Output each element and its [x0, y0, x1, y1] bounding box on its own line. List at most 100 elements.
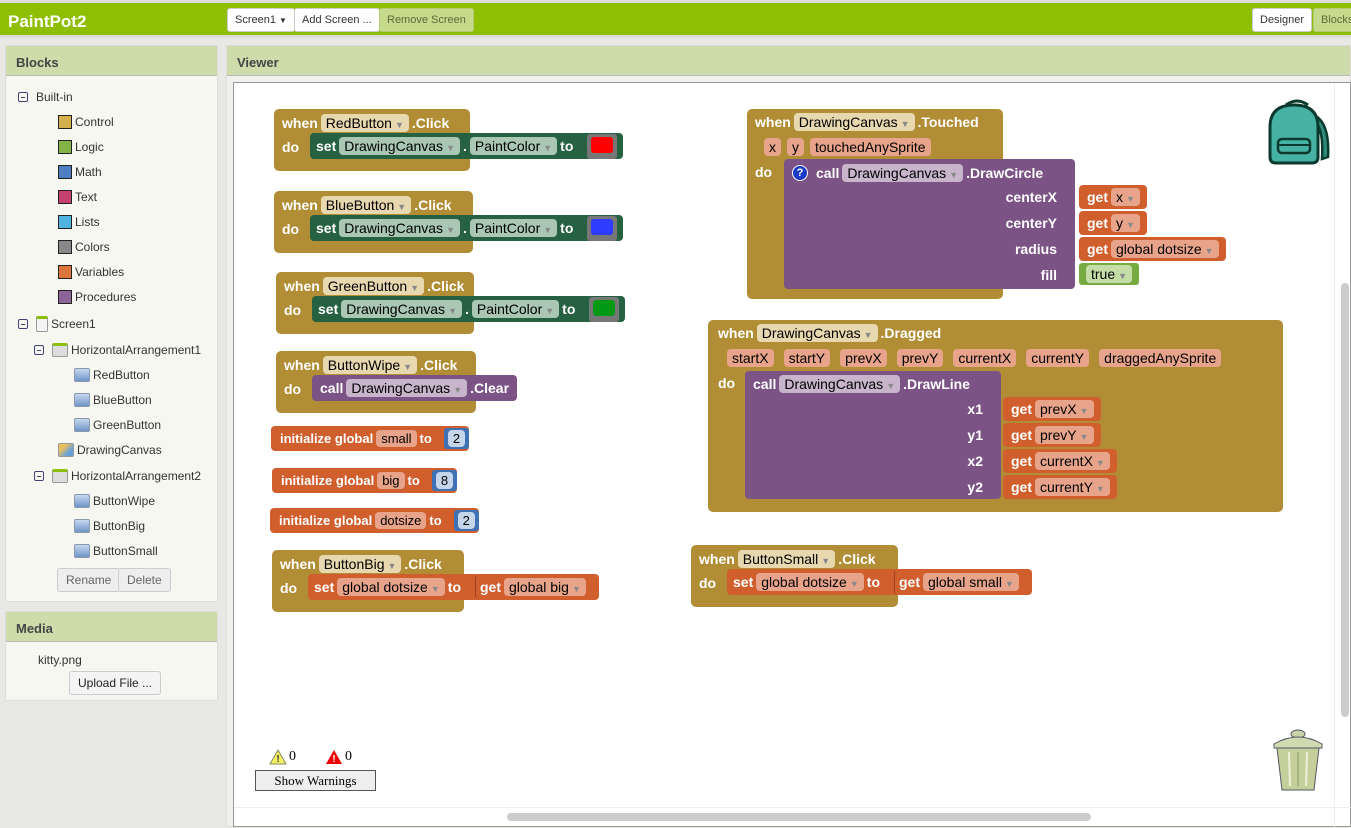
get-variable-block[interactable]: get y ▼ — [1079, 211, 1147, 235]
boolean-block[interactable]: true ▼ — [1079, 263, 1140, 285]
get-variable-block[interactable]: get prevY ▼ — [1003, 423, 1101, 447]
event-block-red[interactable]: when RedButton ▼ .Click do set DrawingCanvas ▼.… — [274, 109, 624, 171]
event-block-small[interactable]: when ButtonSmall ▼ .Click do set global dotsiz… — [691, 545, 1032, 607]
set-property-block[interactable]: set DrawingCanvas ▼. PaintColor ▼ to — [310, 215, 624, 241]
chevron-down-icon: ▼ — [397, 202, 407, 212]
variable-dropdown[interactable]: global small ▼ — [923, 573, 1019, 591]
variable-dropdown[interactable]: global dotsize ▼ — [756, 573, 864, 591]
number-value[interactable]: 2 — [447, 430, 466, 447]
get-variable-block[interactable]: get global big ▼ — [475, 575, 593, 599]
component-dropdown[interactable]: DrawingCanvas ▼ — [793, 113, 915, 131]
global-init-block[interactable]: initialize global big to 8 — [272, 468, 458, 493]
component-dropdown[interactable]: DrawingCanvas ▼ — [341, 300, 462, 318]
call-drawcircle-block[interactable]: ? call DrawingCanvas ▼ .DrawCircle centerX get… — [784, 159, 1226, 289]
backpack-icon[interactable] — [1264, 95, 1334, 167]
event-parameter[interactable]: currentX — [953, 349, 1017, 367]
show-warnings-button[interactable]: Show Warnings — [255, 770, 376, 791]
set-variable-block[interactable]: set global dotsize ▼ to get global small ▼ — [727, 569, 1032, 595]
variable-dropdown[interactable]: currentY ▼ — [1035, 478, 1110, 496]
event-parameter[interactable]: x — [764, 138, 781, 156]
trash-icon[interactable] — [1269, 728, 1327, 794]
event-parameter[interactable]: touchedAnySprite — [810, 138, 931, 156]
dropdown-label: global dotsize — [761, 574, 847, 590]
horizontal-scrollbar[interactable] — [507, 813, 1091, 821]
get-variable-block[interactable]: get x ▼ — [1079, 185, 1147, 209]
component-dropdown[interactable]: DrawingCanvas ▼ — [756, 324, 878, 342]
variable-dropdown[interactable]: global big ▼ — [504, 578, 586, 596]
get-variable-block[interactable]: get prevX ▼ — [1003, 397, 1101, 421]
variable-name-field[interactable]: small — [376, 430, 417, 447]
event-block-wipe[interactable]: when ButtonWipe ▼ .Click do call DrawingCanvas… — [276, 351, 518, 413]
dropdown-label: DrawingCanvas — [351, 380, 451, 396]
dropdown-label: currentY — [1040, 479, 1093, 495]
component-dropdown[interactable]: DrawingCanvas ▼ — [339, 219, 460, 237]
color-block[interactable] — [587, 215, 618, 241]
component-dropdown[interactable]: RedButton ▼ — [320, 114, 409, 132]
dropdown-label: global big — [509, 579, 569, 595]
help-icon[interactable]: ? — [792, 165, 808, 181]
svg-text:!: ! — [332, 754, 335, 765]
component-dropdown[interactable]: BlueButton ▼ — [320, 196, 412, 214]
event-block-big[interactable]: when ButtonBig ▼ .Click do set global dotsize ▼… — [272, 550, 599, 612]
variable-name-field[interactable]: dotsize — [375, 512, 427, 529]
event-parameter[interactable]: prevY — [896, 349, 944, 367]
variable-name-field[interactable]: big — [377, 472, 405, 489]
dropdown-label: global dotsize — [342, 579, 428, 595]
call-drawline-block[interactable]: call DrawingCanvas ▼ .DrawLine x1 get prevX ▼ y1… — [745, 371, 1117, 499]
set-property-block[interactable]: set DrawingCanvas ▼. PaintColor ▼ to — [310, 133, 624, 159]
dropdown-label: global small — [928, 574, 1002, 590]
set-property-block[interactable]: set DrawingCanvas ▼. PaintColor ▼ to — [312, 296, 626, 322]
component-dropdown[interactable]: ButtonWipe ▼ — [322, 356, 418, 374]
component-dropdown[interactable]: DrawingCanvas ▼ — [842, 164, 964, 182]
component-dropdown[interactable]: DrawingCanvas ▼ — [346, 379, 468, 397]
variable-dropdown[interactable]: global dotsize ▼ — [1111, 240, 1219, 258]
event-block-blue[interactable]: when BlueButton ▼ .Click do set DrawingCanvas ▼… — [274, 191, 624, 253]
number-block[interactable]: 8 — [431, 470, 458, 491]
event-parameter[interactable]: startX — [727, 349, 774, 367]
set-variable-block[interactable]: set global dotsize ▼ to get global big ▼ — [308, 574, 599, 600]
dropdown-label: draggedAnySprite — [1104, 350, 1217, 366]
component-dropdown[interactable]: ButtonSmall ▼ — [737, 550, 836, 568]
get-variable-block[interactable]: get currentX ▼ — [1003, 449, 1117, 473]
get-variable-block[interactable]: get currentY ▼ — [1003, 475, 1117, 499]
variable-dropdown[interactable]: prevY ▼ — [1035, 426, 1094, 444]
variable-dropdown[interactable]: y ▼ — [1111, 214, 1140, 232]
number-value[interactable]: 2 — [457, 512, 475, 529]
event-block-touched[interactable]: when DrawingCanvas ▼ .Touched x y touchedAnySp… — [747, 109, 1226, 299]
number-block[interactable]: 2 — [453, 510, 479, 531]
event-parameter[interactable]: currentY — [1026, 349, 1090, 367]
variable-dropdown[interactable]: global dotsize ▼ — [337, 578, 445, 596]
event-block-dragged[interactable]: when DrawingCanvas ▼ .Dragged startX startY pr… — [708, 320, 1283, 512]
event-parameter[interactable]: draggedAnySprite — [1099, 349, 1222, 367]
get-variable-block[interactable]: get global small ▼ — [894, 570, 1026, 594]
color-block[interactable] — [589, 296, 620, 322]
event-parameter[interactable]: prevX — [840, 349, 887, 367]
color-block[interactable] — [587, 133, 618, 159]
argument-label: x1 — [967, 401, 983, 417]
number-value[interactable]: 8 — [435, 472, 454, 489]
boolean-dropdown[interactable]: true ▼ — [1086, 265, 1133, 283]
component-dropdown[interactable]: ButtonBig ▼ — [318, 555, 402, 573]
get-variable-block[interactable]: get global dotsize ▼ — [1079, 237, 1226, 261]
variable-dropdown[interactable]: currentX ▼ — [1035, 452, 1110, 470]
property-dropdown[interactable]: PaintColor ▼ — [469, 219, 558, 237]
variable-dropdown[interactable]: prevX ▼ — [1035, 400, 1094, 418]
block-row: call DrawingCanvas ▼ .DrawLine — [753, 374, 970, 394]
vertical-scrollbar[interactable] — [1341, 283, 1349, 717]
component-dropdown[interactable]: DrawingCanvas ▼ — [779, 375, 901, 393]
block-keyword: initialize global — [281, 473, 375, 488]
block-keyword: to — [866, 574, 880, 590]
variable-dropdown[interactable]: x ▼ — [1111, 188, 1140, 206]
event-block-green[interactable]: when GreenButton ▼ .Click do set DrawingCanvas… — [276, 272, 626, 334]
property-dropdown[interactable]: PaintColor ▼ — [471, 300, 560, 318]
blocks-workspace[interactable]: when RedButton ▼ .Click do set DrawingCanvas ▼.… — [233, 82, 1351, 828]
global-init-block[interactable]: initialize global small to 2 — [271, 426, 470, 451]
number-block[interactable]: 2 — [443, 428, 470, 449]
event-parameter[interactable]: startY — [783, 349, 831, 367]
component-dropdown[interactable]: DrawingCanvas ▼ — [339, 137, 460, 155]
event-parameter[interactable]: y — [787, 138, 804, 156]
call-clear-block[interactable]: call DrawingCanvas ▼ .Clear — [312, 375, 518, 401]
component-dropdown[interactable]: GreenButton ▼ — [322, 277, 425, 295]
global-init-block[interactable]: initialize global dotsize to 2 — [270, 508, 479, 533]
property-dropdown[interactable]: PaintColor ▼ — [469, 137, 558, 155]
